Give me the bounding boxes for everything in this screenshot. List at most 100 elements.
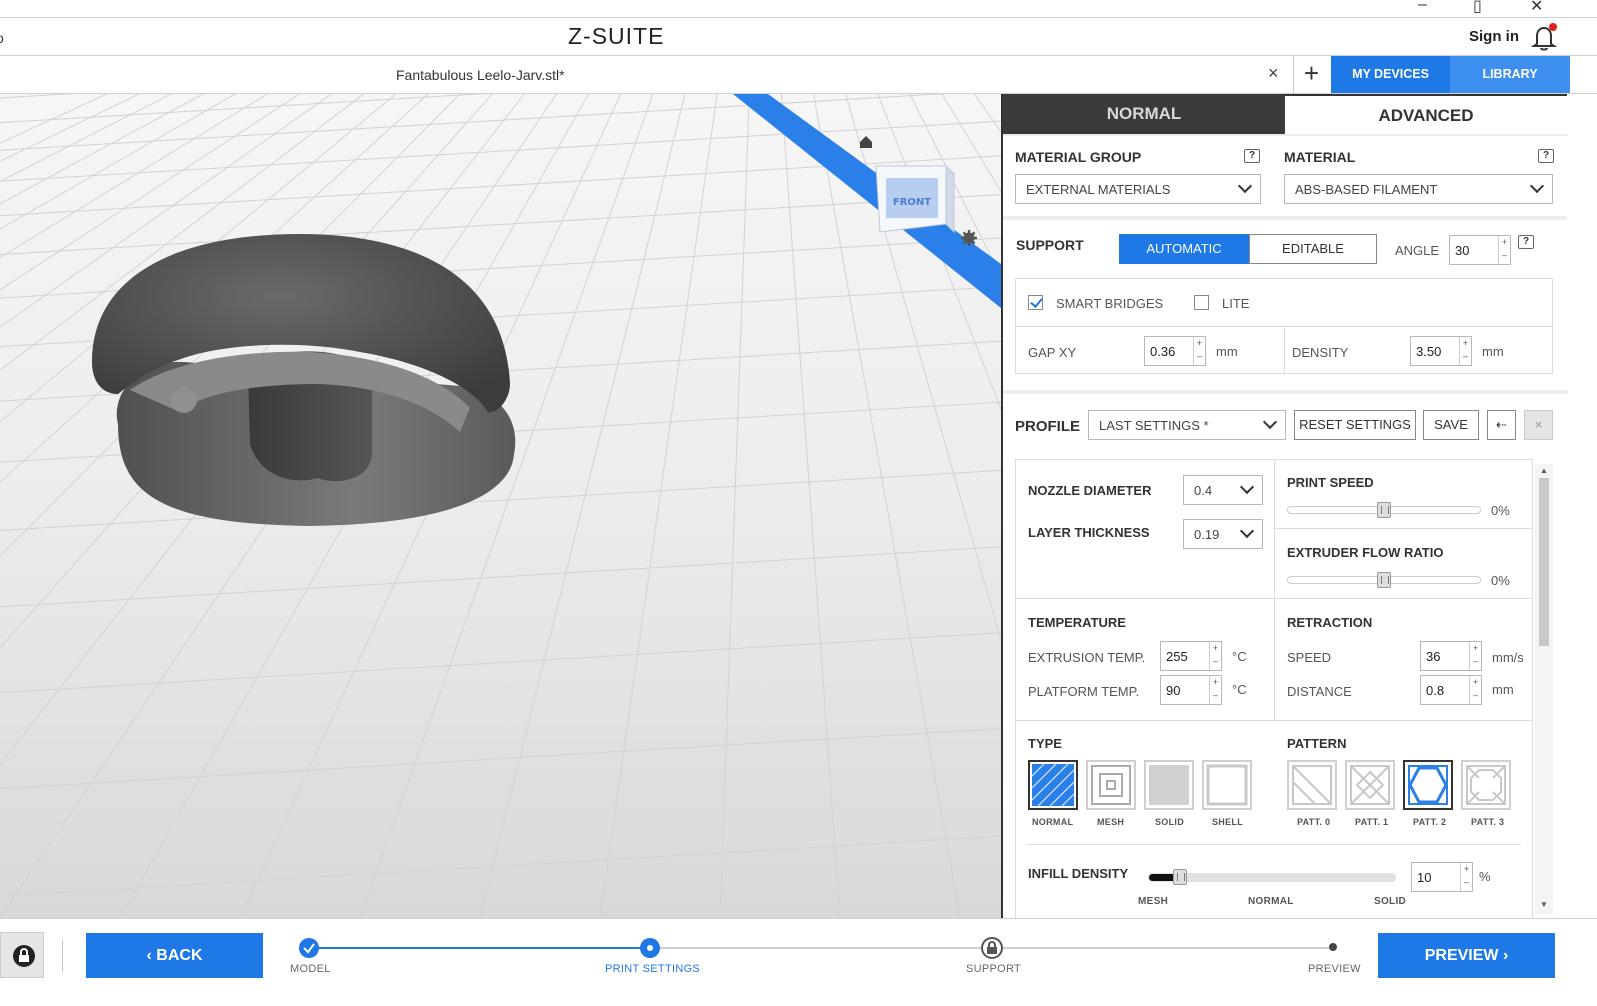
material-help-icon[interactable]: ? — [1538, 149, 1554, 163]
tab-advanced[interactable]: ADVANCED — [1285, 94, 1567, 134]
infill-density-slider-thumb[interactable] — [1173, 869, 1187, 885]
pattern-3-button[interactable] — [1461, 760, 1511, 810]
stepper-arrows-icon[interactable]: + – — [1459, 337, 1471, 365]
stepper-arrows-icon[interactable]: + – — [1193, 337, 1205, 365]
window-titlebar: – ▯ ✕ — [0, 0, 1597, 18]
divider — [1016, 720, 1532, 721]
type-normal-icon — [1031, 763, 1075, 807]
scroll-up-icon[interactable]: ▲ — [1540, 466, 1548, 475]
step-support-lock-icon[interactable] — [980, 936, 1004, 960]
support-section: SUPPORT AUTOMATIC EDITABLE ANGLE 30 + – ?… — [1003, 220, 1567, 390]
notification-bell-icon[interactable] — [1528, 22, 1560, 52]
support-automatic-button[interactable]: AUTOMATIC — [1119, 234, 1249, 264]
tab-normal[interactable]: NORMAL — [1003, 94, 1285, 134]
nozzle-diameter-dropdown[interactable]: 0.4 — [1183, 475, 1263, 505]
pattern-0-button[interactable] — [1287, 760, 1337, 810]
lock-button[interactable] — [0, 932, 44, 978]
reset-settings-button[interactable]: RESET SETTINGS — [1294, 410, 1416, 440]
sign-in-link[interactable]: Sign in — [1469, 28, 1519, 45]
extruder-flow-slider[interactable] — [1287, 572, 1481, 588]
material-group-dropdown[interactable]: EXTERNAL MATERIALS — [1015, 174, 1261, 204]
pattern-0-icon — [1292, 765, 1332, 805]
pattern-3-label: PATT. 3 — [1471, 817, 1505, 827]
smart-bridges-checkbox[interactable] — [1028, 295, 1043, 310]
material-group-label: MATERIAL GROUP — [1015, 149, 1142, 165]
type-normal-button[interactable] — [1028, 760, 1078, 810]
stepper-arrows-icon[interactable]: + – — [1469, 642, 1481, 670]
material-value: ABS-BASED FILAMENT — [1295, 182, 1438, 197]
density-stepper[interactable]: 3.50 + – — [1410, 336, 1472, 366]
add-tab-button[interactable]: + — [1293, 56, 1329, 93]
back-button[interactable]: ‹ BACK — [86, 933, 263, 978]
stepper-arrows-icon[interactable]: + – — [1469, 676, 1481, 704]
retraction-speed-value: 36 — [1426, 649, 1441, 664]
undo-arrow-icon[interactable]: ⇠ — [1487, 410, 1516, 440]
gap-xy-stepper[interactable]: 0.36 + – — [1144, 336, 1206, 366]
angle-stepper[interactable]: 30 + – — [1449, 235, 1511, 265]
material-group-value: EXTERNAL MATERIALS — [1026, 182, 1171, 197]
pattern-1-button[interactable] — [1345, 760, 1395, 810]
type-mesh-button[interactable] — [1086, 760, 1136, 810]
pattern-2-button[interactable] — [1403, 760, 1453, 810]
type-shell-icon — [1206, 764, 1248, 806]
step-print-settings-icon[interactable] — [638, 936, 662, 960]
profile-dropdown[interactable]: LAST SETTINGS * — [1088, 410, 1286, 440]
close-profile-icon[interactable]: × — [1524, 410, 1553, 440]
scroll-down-icon[interactable]: ▼ — [1540, 900, 1548, 909]
3d-viewport[interactable]: FRONT — [0, 94, 1001, 918]
file-tab[interactable]: Fantabulous Leelo-Jarv.stl* × — [0, 56, 1293, 93]
print-speed-slider[interactable] — [1287, 502, 1481, 518]
material-group-help-icon[interactable]: ? — [1244, 149, 1260, 163]
support-help-icon[interactable]: ? — [1518, 235, 1534, 249]
layer-thickness-dropdown[interactable]: 0.19 — [1183, 519, 1263, 549]
type-shell-button[interactable] — [1202, 760, 1252, 810]
step-model-check-icon[interactable] — [297, 936, 321, 960]
divider — [1028, 844, 1521, 845]
chevron-down-icon — [1262, 414, 1278, 430]
profile-section: PROFILE LAST SETTINGS * RESET SETTINGS S… — [1003, 394, 1567, 918]
pattern-1-label: PATT. 1 — [1355, 817, 1389, 827]
platform-temp-stepper[interactable]: 90 + – — [1160, 675, 1222, 705]
stepper-arrows-icon[interactable]: + – — [1209, 676, 1221, 704]
lite-checkbox[interactable] — [1194, 295, 1209, 310]
scrollbar-thumb[interactable] — [1539, 478, 1549, 646]
minimize-icon[interactable]: – — [1418, 0, 1427, 14]
settings-scrollbar[interactable]: ▲ ▼ — [1535, 464, 1553, 914]
infill-mark-mesh: MESH — [1138, 896, 1169, 907]
temperature-label: TEMPERATURE — [1028, 615, 1126, 630]
print-settings-panel: NORMAL ADVANCED MATERIAL GROUP ? EXTERNA… — [1001, 94, 1567, 918]
step-preview-dot-icon[interactable] — [1327, 941, 1339, 953]
type-solid-button[interactable] — [1144, 760, 1194, 810]
restore-icon[interactable]: ▯ — [1473, 0, 1482, 16]
chevron-down-icon — [1237, 178, 1253, 194]
chevron-down-icon — [1239, 523, 1255, 539]
print-speed-slider-thumb[interactable] — [1377, 502, 1391, 518]
library-button[interactable]: LIBRARY — [1450, 56, 1570, 93]
retraction-speed-label: SPEED — [1287, 650, 1332, 665]
type-normal-label: NORMAL — [1032, 817, 1074, 827]
divider — [62, 939, 63, 973]
stepper-arrows-icon[interactable]: + – — [1460, 863, 1472, 891]
save-button[interactable]: SAVE — [1423, 410, 1479, 440]
extruder-flow-slider-thumb[interactable] — [1377, 572, 1391, 588]
pattern-label: PATTERN — [1287, 736, 1347, 751]
progress-line-done — [308, 947, 650, 949]
infill-density-slider[interactable] — [1148, 869, 1396, 885]
retraction-speed-stepper[interactable]: 36 + – — [1420, 641, 1482, 671]
3d-model[interactable] — [92, 234, 516, 526]
stepper-arrows-icon[interactable]: + – — [1498, 236, 1510, 264]
view-cube[interactable]: FRONT — [874, 164, 956, 234]
support-editable-button[interactable]: EDITABLE — [1249, 234, 1377, 264]
extrusion-temp-stepper[interactable]: 255 + – — [1160, 641, 1222, 671]
my-devices-button[interactable]: MY DEVICES — [1331, 56, 1450, 93]
extrusion-temp-unit: °C — [1232, 649, 1247, 664]
view-settings-gear-icon[interactable] — [961, 230, 977, 246]
close-window-icon[interactable]: ✕ — [1530, 0, 1543, 16]
close-tab-icon[interactable]: × — [1268, 63, 1279, 84]
stepper-arrows-icon[interactable]: + – — [1209, 642, 1221, 670]
retraction-distance-stepper[interactable]: 0.8 + – — [1420, 675, 1482, 705]
material-dropdown[interactable]: ABS-BASED FILAMENT — [1284, 174, 1553, 204]
extrusion-temp-label: EXTRUSION TEMP. — [1028, 650, 1146, 665]
infill-density-stepper[interactable]: 10 + – — [1411, 862, 1473, 892]
preview-button[interactable]: PREVIEW › — [1378, 933, 1555, 978]
